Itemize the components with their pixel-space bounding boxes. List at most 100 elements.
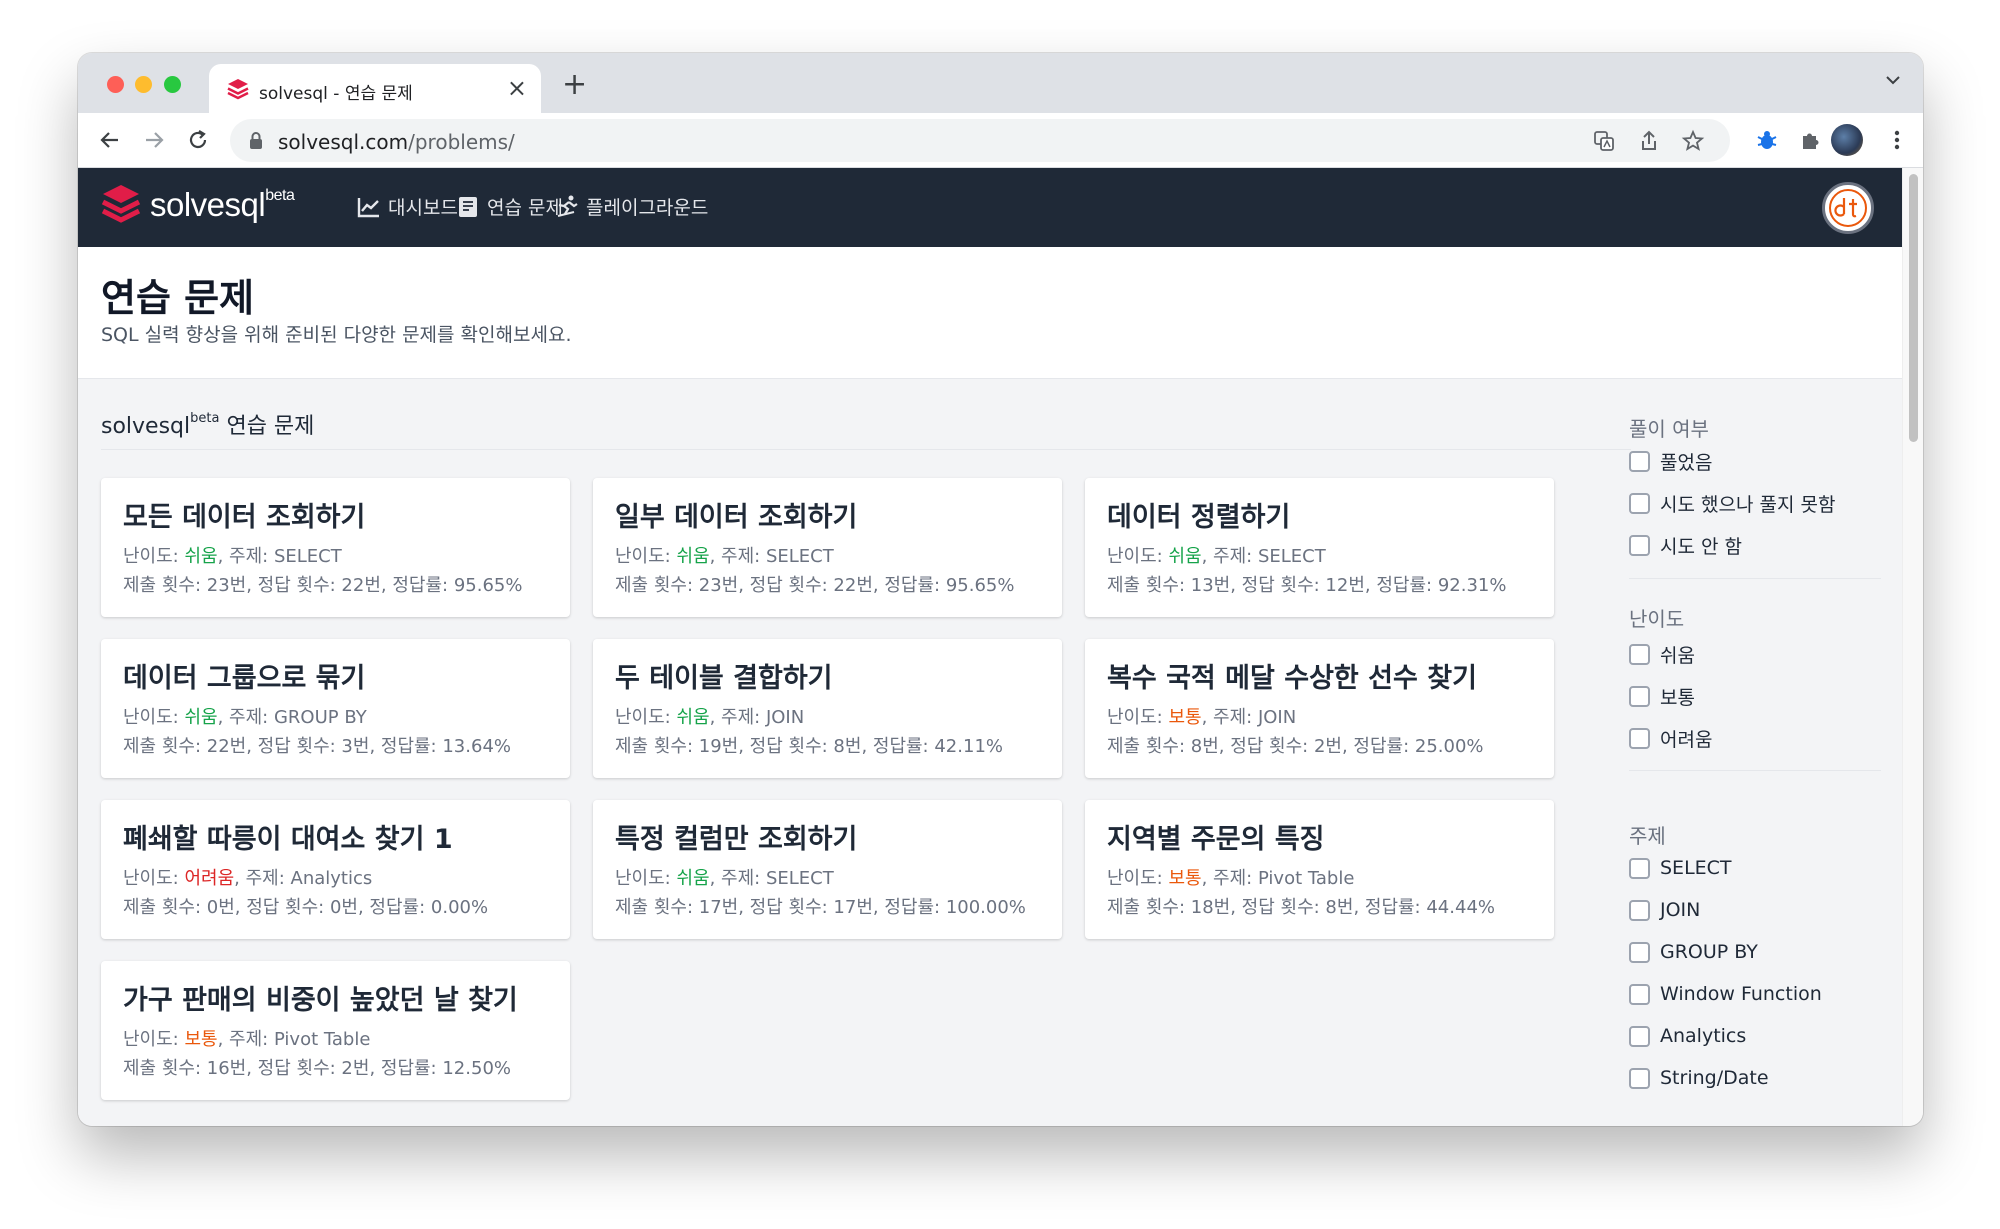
minimize-window-button[interactable]	[135, 76, 152, 93]
filter-solved-option[interactable]: 시도 했으나 풀지 못함	[1629, 490, 1835, 517]
filter-topic-option[interactable]: GROUP BY	[1629, 941, 1758, 963]
tab-close-icon[interactable]: ×	[507, 74, 527, 102]
filter-solved-option[interactable]: 풀었음	[1629, 448, 1712, 475]
problem-title[interactable]: 일부 데이터 조회하기	[615, 495, 857, 534]
logo-wordmark[interactable]: solvesqlbeta	[150, 186, 295, 224]
filter-topic-option[interactable]: Analytics	[1629, 1025, 1746, 1047]
rate-value: 0.00%	[430, 897, 489, 918]
topic-value: Analytics	[290, 868, 373, 889]
puzzle-extensions-icon[interactable]	[1798, 127, 1824, 153]
filter-option-label: 쉬움	[1660, 645, 1695, 667]
checkbox[interactable]	[1629, 1025, 1650, 1047]
problem-card[interactable]: 일부 데이터 조회하기 난이도: 쉬움, 주제: SELECT 제출 횟수: 23번…	[593, 478, 1062, 617]
maximize-window-button[interactable]	[164, 76, 181, 93]
share-icon[interactable]	[1637, 129, 1661, 153]
difficulty-value: 쉬움	[1168, 546, 1202, 567]
problem-stats: 제출 횟수: 13번, 정답 횟수: 12번, 정답률: 92.31%	[1107, 571, 1506, 597]
checkbox[interactable]	[1629, 941, 1650, 963]
close-window-button[interactable]	[107, 76, 124, 93]
correct-label: , 정답 횟수:	[246, 736, 342, 757]
checkbox[interactable]	[1629, 644, 1650, 665]
filter-difficulty-option[interactable]: 보통	[1629, 683, 1695, 710]
problem-card[interactable]: 데이터 정렬하기난이도: 쉬움, 주제: SELECT 제출 횟수: 13번, 정…	[1085, 478, 1554, 617]
forward-arrow-icon[interactable]	[141, 127, 167, 153]
filter-solved-option[interactable]: 시도 안 함	[1629, 532, 1742, 559]
nav-problems[interactable]: 연습 문제	[455, 193, 563, 220]
extension-bug-icon[interactable]	[1754, 127, 1780, 153]
filter-option-label: 시도 안 함	[1660, 536, 1742, 558]
nav-dashboard[interactable]: 대시보드	[356, 193, 458, 220]
filter-difficulty-title: 난이도	[1629, 607, 1685, 631]
rate-value: 12.50%	[442, 1058, 511, 1079]
rate-value: 13.64%	[442, 736, 511, 757]
translate-icon[interactable]	[1592, 129, 1616, 153]
problem-card[interactable]: 두 테이블 결합하기 난이도: 쉬움, 주제: JOIN 제출 횟수: 19번, 정…	[593, 639, 1062, 778]
back-arrow-icon[interactable]	[97, 127, 123, 153]
topic-label: , 주제:	[217, 707, 274, 728]
problem-title[interactable]: 두 테이블 결합하기	[615, 656, 833, 695]
problem-meta: 난이도: 쉬움, 주제: GROUP BY	[123, 703, 367, 729]
topic-value: GROUP BY	[273, 707, 367, 728]
checkbox[interactable]	[1629, 1067, 1650, 1089]
checkbox[interactable]	[1629, 728, 1650, 749]
new-tab-button[interactable]: +	[562, 67, 587, 102]
solvesql-logo-icon[interactable]	[101, 183, 141, 227]
problem-card[interactable]: 복수 국적 메달 수상한 선수 찾기 난이도: 보통, 주제: JOIN 제출 횟수…	[1085, 639, 1554, 778]
filter-topic-option[interactable]: String/Date	[1629, 1067, 1769, 1089]
correct-value: 17번	[833, 897, 873, 918]
problem-title[interactable]: 지역별 주문의 특징	[1107, 817, 1325, 856]
correct-label: , 정답 횟수:	[246, 575, 342, 596]
filter-difficulty-option[interactable]: 어려움	[1629, 725, 1712, 752]
problem-title[interactable]: 폐쇄할 따릉이 대여소 찾기 1	[123, 817, 453, 856]
problem-title[interactable]: 특정 컬럼만 조회하기	[615, 817, 857, 856]
filter-difficulty-option[interactable]: 쉬움	[1629, 641, 1695, 668]
filter-option-label: Analytics	[1660, 1025, 1747, 1047]
problem-card[interactable]: 지역별 주문의 특징 난이도: 보통, 주제: Pivot Table 제출 횟수:…	[1085, 800, 1554, 939]
page-title: 연습 문제	[101, 276, 255, 320]
rate-label: , 정답률:	[357, 897, 431, 918]
browser-tab-active[interactable]: solvesql - 연습 문제 ×	[209, 64, 541, 113]
filter-topic-option[interactable]: SELECT	[1629, 857, 1732, 879]
problem-card[interactable]: 데이터 그룹으로 묶기 난이도: 쉬움, 주제: GROUP BY 제출 횟수: 2…	[101, 639, 570, 778]
submissions-label: 제출 횟수:	[615, 736, 699, 757]
browser-profile-avatar[interactable]	[1831, 124, 1863, 156]
reload-icon[interactable]	[185, 127, 211, 153]
checkbox[interactable]	[1629, 857, 1650, 879]
filter-topic-option[interactable]: JOIN	[1629, 899, 1700, 921]
scrollbar-thumb[interactable]	[1909, 174, 1918, 442]
bookmark-star-icon[interactable]	[1681, 129, 1705, 153]
checkbox[interactable]	[1629, 451, 1650, 472]
submissions-value: 0번	[206, 897, 235, 918]
checkbox[interactable]	[1629, 686, 1650, 707]
correct-label: , 정답 횟수:	[234, 897, 330, 918]
tab-search-chevron-icon[interactable]	[1883, 70, 1903, 90]
checkbox[interactable]	[1629, 983, 1650, 1005]
address-bar[interactable]: solvesql.com/problems/	[230, 119, 1730, 162]
difficulty-label: 난이도:	[615, 707, 677, 728]
problem-card[interactable]: 가구 판매의 비중이 높았던 날 찾기 난이도: 보통, 주제: Pivot Ta…	[101, 961, 570, 1100]
problem-title[interactable]: 복수 국적 메달 수상한 선수 찾기	[1107, 656, 1477, 695]
problem-meta: 난이도: 쉬움, 주제: SELECT	[1107, 542, 1326, 568]
problem-title[interactable]: 모든 데이터 조회하기	[123, 495, 365, 534]
topic-value: Pivot Table	[273, 1029, 371, 1050]
problem-card[interactable]: 모든 데이터 조회하기 난이도: 쉬움, 주제: SELECT 제출 횟수: 23번…	[101, 478, 570, 617]
checkbox[interactable]	[1629, 535, 1650, 556]
section-heading: solvesqlbeta 연습 문제	[101, 408, 314, 440]
filter-topic-option[interactable]: Window Function	[1629, 983, 1822, 1005]
page-scrollbar[interactable]	[1902, 168, 1923, 1126]
problem-title[interactable]: 데이터 정렬하기	[1107, 495, 1290, 534]
topic-label: , 주제:	[1201, 707, 1258, 728]
difficulty-value: 보통	[1168, 868, 1202, 889]
problem-title[interactable]: 데이터 그룹으로 묶기	[123, 656, 365, 695]
user-avatar[interactable]	[1822, 182, 1874, 234]
submissions-label: 제출 횟수:	[123, 736, 207, 757]
checkbox[interactable]	[1629, 493, 1650, 514]
problem-stats: 제출 횟수: 23번, 정답 횟수: 22번, 정답률: 95.65%	[615, 571, 1014, 597]
checkbox[interactable]	[1629, 899, 1650, 921]
topic-label: , 주제:	[709, 546, 766, 567]
nav-playground[interactable]: 플레이그라운드	[554, 193, 708, 220]
browser-menu-icon[interactable]	[1884, 127, 1910, 153]
problem-card[interactable]: 특정 컬럼만 조회하기 난이도: 쉬움, 주제: SELECT 제출 횟수: 17번…	[593, 800, 1062, 939]
problem-title[interactable]: 가구 판매의 비중이 높았던 날 찾기	[123, 978, 518, 1017]
problem-card[interactable]: 폐쇄할 따릉이 대여소 찾기 1 난이도: 어려움, 주제: Analytics 제…	[101, 800, 570, 939]
